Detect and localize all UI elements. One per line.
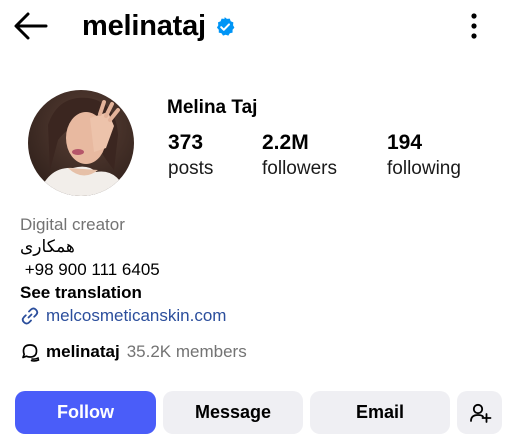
stat-following-value: 194 [387, 131, 423, 154]
add-user-button[interactable] [457, 391, 502, 434]
avatar-image [28, 90, 134, 196]
arrow-left-icon [14, 12, 48, 40]
add-user-icon [469, 403, 491, 423]
profile-header: melinataj [0, 0, 517, 56]
link-icon [21, 307, 39, 325]
more-options-button[interactable] [464, 10, 484, 42]
username-row: melinataj [82, 8, 235, 44]
stat-posts-label: posts [168, 158, 214, 179]
stat-following[interactable]: 194 following [387, 130, 461, 182]
channel-name: melinataj [46, 342, 120, 361]
stat-following-label: following [387, 158, 461, 179]
bio-line-1: همکاری [20, 237, 75, 256]
bio-website-text: melcosmeticanskin.com [46, 306, 227, 325]
see-translation-link[interactable]: See translation [20, 282, 142, 304]
bio-line-2: +98 900 111 6405 [20, 260, 160, 279]
email-button[interactable]: Email [310, 391, 450, 434]
stat-followers[interactable]: 2.2M followers [262, 130, 337, 182]
back-button[interactable] [12, 9, 50, 43]
stat-followers-label: followers [262, 158, 337, 179]
bio-website-link[interactable]: melcosmeticanskin.com [20, 305, 226, 327]
stat-posts-value: 373 [168, 131, 204, 154]
stat-posts[interactable]: 373 posts [168, 130, 213, 182]
message-button[interactable]: Message [163, 391, 303, 434]
channel-members: 35.2K members [126, 342, 247, 361]
more-vertical-icon [471, 13, 477, 39]
full-name: Melina Taj [167, 97, 258, 118]
stat-followers-value: 2.2M [262, 131, 309, 154]
broadcast-channel[interactable]: melinataj 35.2K members [20, 342, 247, 362]
profile-page: melinataj Melina Taj 373 posts 2.2M foll… [0, 0, 517, 445]
broadcast-channel-icon [22, 344, 40, 362]
username: melinataj [82, 9, 206, 42]
bio-category: Digital creator [20, 215, 125, 234]
verified-badge-icon [216, 17, 235, 36]
avatar[interactable] [28, 90, 134, 196]
follow-button[interactable]: Follow [15, 391, 156, 434]
